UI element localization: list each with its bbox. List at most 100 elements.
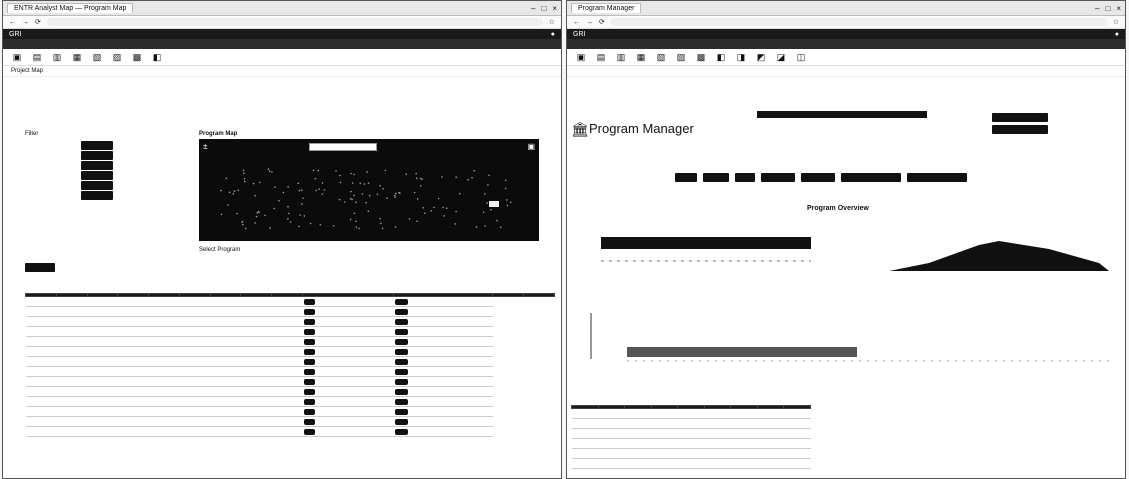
tool-icon[interactable]: ▧ xyxy=(91,52,103,63)
row-action[interactable] xyxy=(393,396,493,407)
view-button[interactable] xyxy=(304,358,316,365)
edit-button[interactable] xyxy=(395,388,408,395)
table-row[interactable] xyxy=(25,346,555,357)
program-map[interactable]: ▣ ± xyxy=(199,139,539,241)
edit-button[interactable] xyxy=(395,308,408,315)
edit-button[interactable] xyxy=(395,318,408,325)
maximize-icon[interactable]: □ xyxy=(1105,4,1110,13)
edit-button[interactable] xyxy=(395,418,408,425)
reload-icon[interactable]: ⟳ xyxy=(35,18,41,26)
program-action-button[interactable] xyxy=(735,173,755,182)
view-button[interactable] xyxy=(304,368,316,375)
program-action-button[interactable] xyxy=(801,173,835,182)
view-button[interactable] xyxy=(304,418,316,425)
tool-icon[interactable]: ◫ xyxy=(795,52,807,63)
filter-button[interactable] xyxy=(81,141,113,150)
table-row[interactable] xyxy=(25,386,555,397)
edit-button[interactable] xyxy=(395,298,408,305)
row-action[interactable] xyxy=(393,336,493,347)
table-row[interactable] xyxy=(25,406,555,417)
right-active-tab[interactable]: Program Manager xyxy=(571,3,642,13)
row-action[interactable] xyxy=(302,366,394,377)
filter-button[interactable] xyxy=(81,161,113,170)
view-button[interactable] xyxy=(304,348,316,355)
filter-button[interactable] xyxy=(81,191,113,200)
right-action-button[interactable] xyxy=(992,113,1048,122)
row-action[interactable] xyxy=(393,376,493,387)
row-action[interactable] xyxy=(302,406,394,417)
view-button[interactable] xyxy=(304,298,316,305)
program-action-button[interactable] xyxy=(841,173,901,182)
row-action[interactable] xyxy=(393,426,493,437)
tool-icon[interactable]: ▨ xyxy=(111,52,123,63)
table-row[interactable] xyxy=(25,326,555,337)
row-action[interactable] xyxy=(302,336,394,347)
row-action[interactable] xyxy=(302,356,394,367)
left-active-tab[interactable]: ENTR Analyst Map — Program Map xyxy=(7,3,134,13)
table-row[interactable] xyxy=(25,376,555,387)
filter-button[interactable] xyxy=(81,181,113,190)
view-button[interactable] xyxy=(304,428,316,435)
row-action[interactable] xyxy=(393,366,493,377)
tool-icon[interactable]: ▥ xyxy=(51,52,63,63)
column-header[interactable] xyxy=(523,293,555,297)
row-action[interactable] xyxy=(302,386,394,397)
maximize-icon[interactable]: □ xyxy=(541,4,546,13)
table-row[interactable] xyxy=(25,356,555,367)
table-row[interactable] xyxy=(25,416,555,427)
fullscreen-icon[interactable]: ▣ xyxy=(527,142,535,151)
map-marker[interactable] xyxy=(489,201,499,207)
table-row[interactable] xyxy=(25,296,555,307)
edit-button[interactable] xyxy=(395,338,408,345)
star-icon[interactable]: ☆ xyxy=(1113,18,1119,26)
program-action-button[interactable] xyxy=(761,173,795,182)
row-action[interactable] xyxy=(302,376,394,387)
row-action[interactable] xyxy=(393,306,493,317)
view-button[interactable] xyxy=(304,338,316,345)
export-button[interactable] xyxy=(25,263,55,272)
row-action[interactable] xyxy=(302,346,394,357)
table-row[interactable] xyxy=(25,316,555,327)
tool-icon[interactable]: ▦ xyxy=(635,52,647,63)
tool-icon[interactable]: ▤ xyxy=(31,52,43,63)
back-icon[interactable]: ← xyxy=(9,19,16,26)
row-action[interactable] xyxy=(393,416,493,427)
left-url-field[interactable] xyxy=(46,18,543,26)
tool-icon[interactable]: ▤ xyxy=(595,52,607,63)
view-button[interactable] xyxy=(304,318,316,325)
filter-button[interactable] xyxy=(81,171,113,180)
tool-icon[interactable]: ▦ xyxy=(71,52,83,63)
program-action-button[interactable] xyxy=(675,173,697,182)
tool-icon[interactable]: ▩ xyxy=(131,52,143,63)
right-url-field[interactable] xyxy=(610,18,1107,26)
edit-button[interactable] xyxy=(395,358,408,365)
close-icon[interactable]: × xyxy=(1116,4,1121,13)
row-action[interactable] xyxy=(393,406,493,417)
row-action[interactable] xyxy=(393,386,493,397)
table-row[interactable] xyxy=(25,336,555,347)
tool-icon[interactable]: ◩ xyxy=(755,52,767,63)
forward-icon[interactable]: → xyxy=(586,19,593,26)
zoom-icon[interactable]: ± xyxy=(203,142,207,151)
row-action[interactable] xyxy=(393,296,493,307)
view-button[interactable] xyxy=(304,408,316,415)
minimize-icon[interactable]: – xyxy=(531,4,535,13)
row-action[interactable] xyxy=(393,346,493,357)
row-action[interactable] xyxy=(302,396,394,407)
tool-icon[interactable]: ▣ xyxy=(575,52,587,63)
row-action[interactable] xyxy=(302,326,394,337)
edit-button[interactable] xyxy=(395,348,408,355)
row-action[interactable] xyxy=(302,426,394,437)
tool-icon[interactable]: ▥ xyxy=(615,52,627,63)
tool-icon[interactable]: ▨ xyxy=(675,52,687,63)
view-button[interactable] xyxy=(304,308,316,315)
edit-button[interactable] xyxy=(395,408,408,415)
table-row[interactable] xyxy=(25,426,555,437)
right-action-button[interactable] xyxy=(992,125,1048,134)
tool-icon[interactable]: ◧ xyxy=(151,52,163,63)
edit-button[interactable] xyxy=(395,328,408,335)
tool-icon[interactable]: ◧ xyxy=(715,52,727,63)
program-action-button[interactable] xyxy=(907,173,967,182)
program-action-button[interactable] xyxy=(703,173,729,182)
tool-icon[interactable]: ▩ xyxy=(695,52,707,63)
